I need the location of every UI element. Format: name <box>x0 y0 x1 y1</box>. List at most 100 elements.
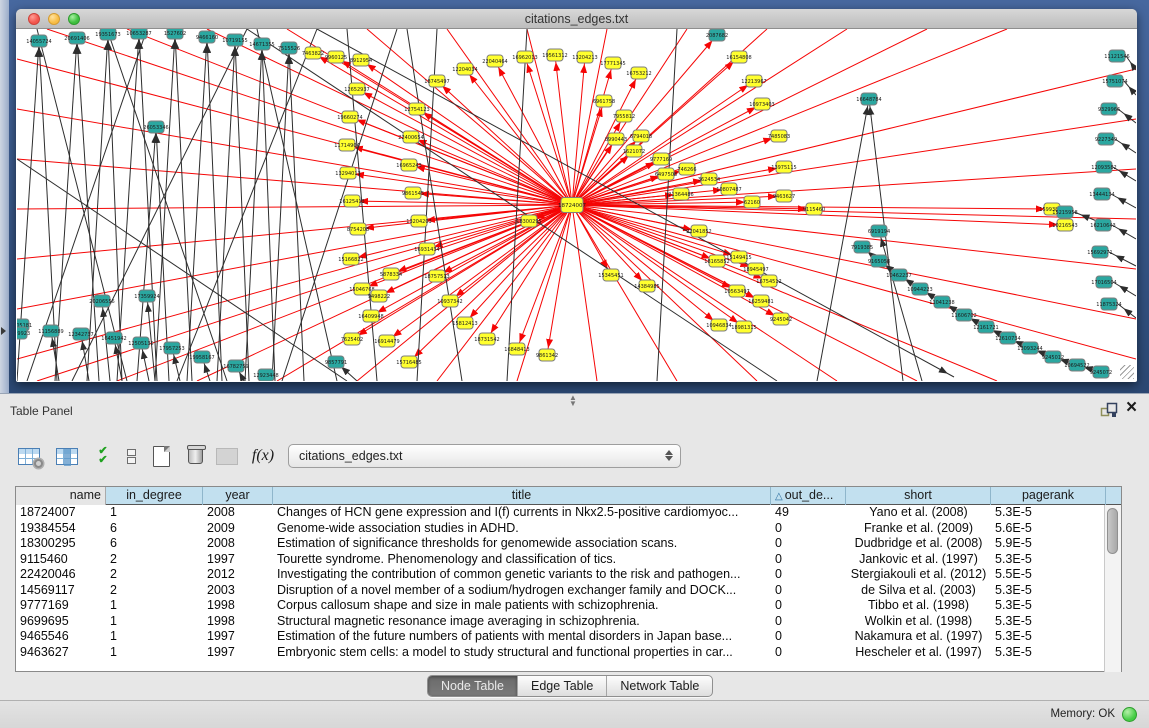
graph-node[interactable]: 11714904 <box>334 139 359 151</box>
graph-edge[interactable] <box>437 205 572 276</box>
graph-edge[interactable] <box>262 44 275 381</box>
cell-year[interactable]: 1997 <box>203 629 273 645</box>
graph-node[interactable]: 2087682 <box>706 29 728 41</box>
network-canvas-svg[interactable]: 1872400718300295746382299601258912954126… <box>17 29 1136 381</box>
cell-in_degree[interactable]: 1 <box>106 629 203 645</box>
graph-node[interactable]: 14055724 <box>26 35 51 47</box>
graph-node[interactable]: 20206556 <box>89 295 114 307</box>
cell-pagerank[interactable]: 5.3E-5 <box>991 552 1106 568</box>
cell-title[interactable]: Disruption of a novel member of a sodium… <box>273 583 771 599</box>
new-table-button[interactable] <box>146 440 176 472</box>
graph-node[interactable]: 6497508 <box>655 168 677 180</box>
graph-edge[interactable] <box>217 40 235 381</box>
graph-node[interactable]: 12204034 <box>452 63 477 75</box>
graph-node[interactable]: 8754208 <box>347 223 369 235</box>
graph-node[interactable]: 9115460 <box>803 203 825 215</box>
cell-pagerank[interactable]: 5.3E-5 <box>991 629 1106 645</box>
cell-short[interactable]: Franke et al. (2009) <box>846 521 991 537</box>
graph-node[interactable]: 10694522 <box>1064 359 1089 371</box>
cell-in_degree[interactable]: 1 <box>106 645 203 661</box>
cell-in_degree[interactable]: 1 <box>106 505 203 521</box>
graph-node[interactable]: 17771345 <box>600 57 625 69</box>
cell-short[interactable]: Nakamura et al. (1997) <box>846 629 991 645</box>
graph-edge[interactable] <box>282 29 397 381</box>
table-body[interactable]: 1872400712008Changes of HCN gene express… <box>16 505 1121 660</box>
graph-node[interactable]: 7919385 <box>851 241 873 253</box>
toggle-rows-button[interactable] <box>116 440 146 472</box>
cell-short[interactable]: Tibbo et al. (1998) <box>846 598 991 614</box>
graph-edge[interactable] <box>572 69 1136 205</box>
graph-edge[interactable] <box>17 205 572 309</box>
graph-edge[interactable] <box>72 29 247 381</box>
graph-edge[interactable] <box>245 44 262 381</box>
cell-title[interactable]: Estimation of significance thresholds fo… <box>273 536 771 552</box>
float-panel-icon[interactable] <box>1100 402 1118 418</box>
cell-in_degree[interactable]: 1 <box>106 614 203 630</box>
splitter-handle-icon[interactable]: ▲▼ <box>565 395 581 402</box>
graph-node[interactable]: 9245042 <box>770 313 792 325</box>
graph-node[interactable]: 16753212 <box>626 67 651 79</box>
column-header-out_de[interactable]: △out_de... <box>771 487 846 505</box>
cell-out_de[interactable]: 0 <box>771 598 846 614</box>
graph-node[interactable]: 9857791 <box>325 356 347 368</box>
graph-node[interactable]: 15751074 <box>1102 75 1127 87</box>
graph-node[interactable]: 12213967 <box>741 75 766 87</box>
graph-node[interactable]: 11875324 <box>1096 298 1121 310</box>
graph-edge[interactable] <box>81 334 89 381</box>
graph-node[interactable]: 5878334 <box>380 268 402 280</box>
graph-edge[interactable] <box>547 205 572 355</box>
graph-node[interactable]: 18745497 <box>424 75 449 87</box>
cell-year[interactable]: 2012 <box>203 567 273 583</box>
graph-node[interactable]: 9245072 <box>1090 366 1112 378</box>
cell-short[interactable]: Wolkin et al. (1998) <box>846 614 991 630</box>
graph-node[interactable]: 16914479 <box>374 335 399 347</box>
graph-node[interactable]: 8990443 <box>605 133 627 145</box>
cell-year[interactable]: 2009 <box>203 521 273 537</box>
graph-node[interactable]: 7463822 <box>302 47 324 59</box>
cell-short[interactable]: Hescheler et al. (1997) <box>846 645 991 661</box>
cell-out_de[interactable]: 0 <box>771 583 846 599</box>
cell-name[interactable]: 18300295 <box>16 536 106 552</box>
graph-node[interactable]: 9463627 <box>773 190 795 202</box>
graph-node[interactable]: 17957253 <box>159 342 184 354</box>
graph-node[interactable]: 7515526 <box>278 42 300 54</box>
cell-title[interactable]: Tourette syndrome. Phenomenology and cla… <box>273 552 771 568</box>
graph-node[interactable]: 18981315 <box>731 321 756 333</box>
cell-year[interactable]: 2008 <box>203 505 273 521</box>
table-header-row[interactable]: namein_degreeyeartitle△out_de...shortpag… <box>16 487 1121 505</box>
cell-short[interactable]: Stergiakouli et al. (2012) <box>846 567 991 583</box>
cell-name[interactable]: 9777169 <box>16 598 106 614</box>
column-header-year[interactable]: year <box>203 487 273 505</box>
cell-year[interactable]: 2003 <box>203 583 273 599</box>
graph-node[interactable]: 13444134 <box>1089 188 1114 200</box>
graph-node[interactable]: 746266 <box>677 163 696 175</box>
graph-node[interactable]: 13294013 <box>335 167 360 179</box>
graph-node[interactable]: 13204213 <box>572 51 597 63</box>
cell-in_degree[interactable]: 2 <box>106 583 203 599</box>
cell-year[interactable]: 1998 <box>203 614 273 630</box>
graph-node[interactable]: 14384985 <box>634 280 659 292</box>
cell-name[interactable]: 9463627 <box>16 645 106 661</box>
table-row[interactable]: 1456911722003Disruption of a novel membe… <box>16 583 1121 599</box>
vertical-scrollbar[interactable] <box>1104 505 1121 672</box>
graph-node[interactable]: 10807487 <box>716 183 741 195</box>
graph-edge[interactable] <box>817 99 869 381</box>
table-row[interactable]: 1938455462009Genome-wide association stu… <box>16 521 1121 537</box>
cell-pagerank[interactable]: 5.3E-5 <box>991 583 1106 599</box>
table-selector-dropdown[interactable]: citations_edges.txt <box>288 444 681 468</box>
cell-name[interactable]: 9465546 <box>16 629 106 645</box>
graph-node[interactable]: 12652937 <box>344 83 369 95</box>
cell-out_de[interactable]: 0 <box>771 614 846 630</box>
network-canvas[interactable]: 1872400718300295746382299601258912954126… <box>17 29 1136 381</box>
cell-pagerank[interactable]: 5.3E-5 <box>991 598 1106 614</box>
graph-node[interactable]: 16648784 <box>856 93 881 105</box>
graph-edge[interactable] <box>572 205 597 381</box>
graph-node[interactable]: 12505135 <box>128 337 153 349</box>
graph-node[interactable]: 19958167 <box>189 351 214 363</box>
graph-node[interactable]: 9466160 <box>196 31 218 43</box>
table-row[interactable]: 1830029562008Estimation of significance … <box>16 536 1121 552</box>
graph-node[interactable]: 19561312 <box>542 49 567 61</box>
graph-edge[interactable] <box>175 33 192 381</box>
cell-short[interactable]: Dudbridge et al. (2008) <box>846 536 991 552</box>
table-row[interactable]: 911546021997Tourette syndrome. Phenomeno… <box>16 552 1121 568</box>
